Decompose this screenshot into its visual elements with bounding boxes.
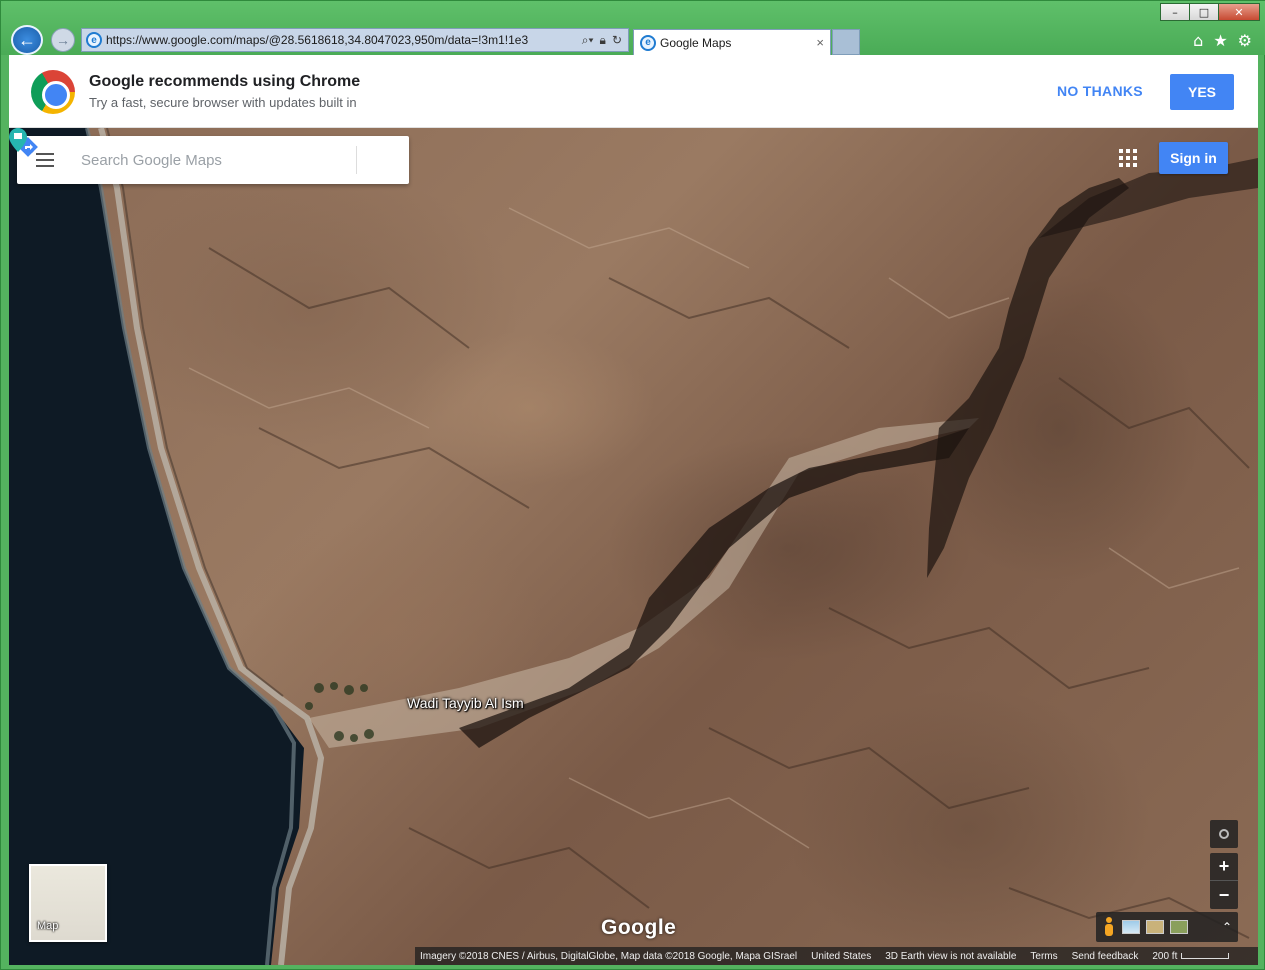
minimize-button[interactable]: – xyxy=(1160,3,1190,21)
terms-link[interactable]: Terms xyxy=(1030,951,1057,962)
scale-indicator[interactable]: 200 ft xyxy=(1152,950,1230,962)
address-bar[interactable]: e https://www.google.com/maps/@28.561861… xyxy=(81,28,629,52)
terrain-layer xyxy=(9,128,1258,965)
layer-thumb-green[interactable] xyxy=(1170,920,1188,934)
canyon-shadow xyxy=(927,178,1129,578)
tab-close-icon[interactable]: × xyxy=(816,35,824,50)
sea-area xyxy=(9,128,304,965)
star-icon[interactable]: ★ xyxy=(1213,31,1227,50)
tab-google-maps[interactable]: e Google Maps × xyxy=(633,29,831,55)
chrome-logo-icon xyxy=(31,70,75,114)
window-controls: – □ ✕ xyxy=(1160,3,1260,21)
new-tab-button[interactable] xyxy=(832,29,860,55)
google-logo: Google xyxy=(601,916,677,939)
yes-button[interactable]: YES xyxy=(1170,74,1234,110)
locate-icon[interactable] xyxy=(1210,820,1238,848)
sign-in-button[interactable]: Sign in xyxy=(1159,142,1228,174)
imagery-credit: Imagery ©2018 CNES / Airbus, DigitalGlob… xyxy=(420,950,798,962)
zoom-out-icon[interactable]: − xyxy=(1210,881,1238,909)
browser-window: – □ ✕ ← → e https://www.google.com/maps/… xyxy=(0,0,1265,970)
no-thanks-button[interactable]: NO THANKS xyxy=(1057,83,1143,99)
place-pin-icon[interactable] xyxy=(9,128,27,152)
map-layer-toggle[interactable]: Map xyxy=(29,864,107,942)
earth-note: 3D Earth view is not available xyxy=(885,950,1017,962)
back-arrow-icon[interactable]: ← xyxy=(11,25,43,55)
refresh-icon[interactable]: ↻ xyxy=(612,33,622,48)
region-link[interactable]: United States xyxy=(811,951,871,962)
chrome-promo-banner: Google recommends using Chrome Try a fas… xyxy=(9,55,1258,128)
forward-arrow-icon[interactable]: → xyxy=(51,28,75,52)
map-layer-label: Map xyxy=(37,920,59,932)
promo-subtitle: Try a fast, secure browser with updates … xyxy=(89,95,357,110)
search-icon[interactable] xyxy=(17,136,356,184)
ridgelines xyxy=(208,247,1250,939)
place-label[interactable]: Wadi Tayyib Al Ism xyxy=(407,695,524,711)
title-bar: – □ ✕ ← → e https://www.google.com/maps/… xyxy=(1,1,1265,55)
layer-thumb-sand[interactable] xyxy=(1146,920,1164,934)
pegman-icon[interactable] xyxy=(1102,917,1116,937)
directions-icon[interactable] xyxy=(18,136,409,184)
search-icon[interactable]: ⌕▾ xyxy=(582,33,594,48)
search-input[interactable] xyxy=(73,145,316,175)
home-icon[interactable]: ⌂ xyxy=(1193,31,1203,50)
satellite-map[interactable]: Sign in Wadi Tayyib Al Ism Map Google + … xyxy=(9,128,1258,965)
bottom-controls: ⌃ xyxy=(1096,912,1238,942)
promo-title: Google recommends using Chrome xyxy=(89,73,361,90)
tab-title: Google Maps xyxy=(660,35,732,50)
scale-label: 200 ft xyxy=(1152,950,1178,962)
gear-icon[interactable]: ⚙ xyxy=(1238,31,1252,50)
page-content: Google recommends using Chrome Try a fas… xyxy=(9,55,1258,965)
url-text[interactable]: https://www.google.com/maps/@28.5618618,… xyxy=(106,33,582,47)
feedback-link[interactable]: Send feedback xyxy=(1072,951,1139,962)
zoom-in-icon[interactable]: + xyxy=(1210,853,1238,881)
search-box xyxy=(17,136,409,184)
expand-up-icon[interactable]: ⌃ xyxy=(1222,920,1232,934)
scale-bar xyxy=(1181,952,1230,959)
maximize-button[interactable]: □ xyxy=(1189,3,1219,21)
attribution-bar: Imagery ©2018 CNES / Airbus, DigitalGlob… xyxy=(415,947,1258,965)
lock-icon[interactable]: 🔒︎ xyxy=(600,33,606,48)
layer-thumb-terrain[interactable] xyxy=(1122,920,1140,934)
ie-icon: e xyxy=(86,32,102,48)
close-window-button[interactable]: ✕ xyxy=(1218,3,1260,21)
tab-ie-icon: e xyxy=(640,34,656,51)
apps-grid-icon[interactable] xyxy=(1119,149,1137,167)
browser-tools: ⌂ ★ ⚙ xyxy=(1193,31,1252,50)
